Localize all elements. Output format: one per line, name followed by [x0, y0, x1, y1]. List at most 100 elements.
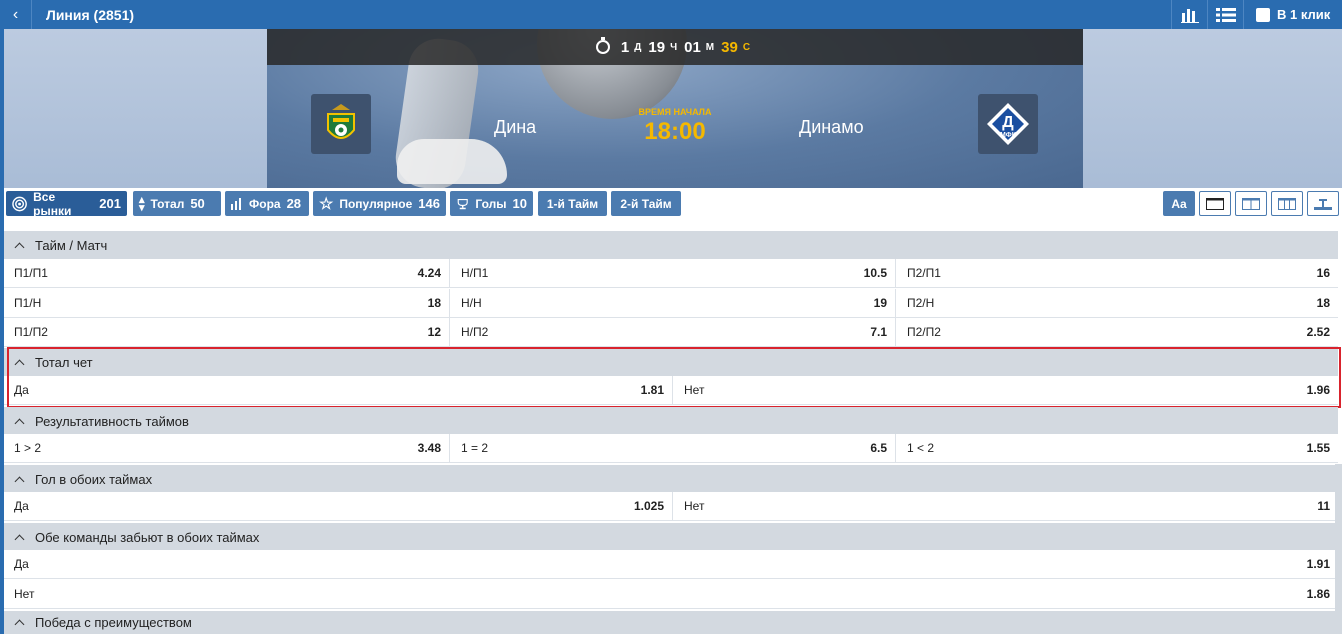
outcome-label: Н/П2 — [461, 325, 489, 339]
outcome-label: 1 > 2 — [14, 441, 42, 455]
odd-button[interactable]: 2.52 — [1283, 318, 1338, 347]
outcome-label: 1 < 2 — [907, 441, 935, 455]
updown-icon: ▴ ▾ — [139, 193, 145, 214]
filter-label: Тотал — [150, 196, 185, 211]
market-row: 1 > 2 3.48 1 = 2 6.5 1 < 2 1.55 — [4, 434, 1338, 463]
one-click-label: В 1 клик — [1277, 7, 1331, 22]
stats-button[interactable] — [1171, 0, 1207, 29]
odd-button[interactable]: 11 — [1283, 492, 1338, 521]
outcome-label: Нет — [684, 499, 705, 513]
filter-count: 28 — [286, 196, 302, 211]
filter-label: Популярное — [339, 196, 413, 211]
filter-count: 50 — [190, 196, 205, 211]
filter-popular[interactable]: ☆ Популярное 146 — [313, 191, 446, 216]
odd-button[interactable]: 6.5 — [841, 434, 896, 463]
filter-count: 201 — [99, 196, 121, 211]
outcome-label: Да — [14, 499, 29, 513]
back-button[interactable]: ‹ — [0, 0, 32, 29]
filter-second-half[interactable]: 2-й Тайм — [611, 191, 681, 216]
market-title: Результативность таймов — [35, 413, 189, 429]
two-column-view-button[interactable] — [1235, 191, 1267, 216]
odd-button[interactable]: 10.5 — [841, 259, 896, 288]
highlight-frame — [7, 347, 1341, 408]
outcome-label: Н/П1 — [461, 266, 489, 280]
odd-button[interactable]: 1.91 — [1283, 550, 1338, 579]
one-click-toggle[interactable]: В 1 клик — [1243, 0, 1342, 29]
odd-button[interactable]: 1.86 — [1283, 580, 1338, 609]
chevron-up-icon — [14, 418, 25, 428]
outcome-label: П2/П2 — [907, 325, 941, 339]
odd-button[interactable]: 1.025 — [618, 492, 673, 521]
star-icon: ☆ — [319, 195, 334, 213]
filter-handicap[interactable]: Фора 28 — [225, 191, 309, 216]
odd-button[interactable]: 1.55 — [1283, 434, 1338, 463]
timer-days: 1 — [620, 38, 630, 56]
three-column-view-button[interactable] — [1271, 191, 1303, 216]
market-header-btts-both-halves[interactable]: Обе команды забьют в обоих таймах — [4, 523, 1338, 551]
odd-button[interactable]: 18 — [1283, 289, 1338, 318]
collapse-icon — [1314, 198, 1332, 210]
font-size-button[interactable]: Aa — [1163, 191, 1195, 216]
chevron-left-icon: ‹ — [12, 5, 19, 23]
market-row: П1/П2 12 Н/П2 7.1 П2/П2 2.52 — [4, 318, 1338, 347]
start-time: 18:00 — [644, 118, 706, 145]
outcome-label: П1/Н — [14, 296, 42, 310]
odd-button[interactable]: 19 — [841, 289, 896, 318]
odd-button[interactable]: 4.24 — [395, 259, 450, 288]
filter-label: 2-й Тайм — [620, 196, 672, 211]
event-banner: 1Д 19 Ч 01 М 39 С Дина ВРЕМЯ НАЧАЛА 18:00 Д… — [267, 29, 1083, 188]
odd-button[interactable]: 3.48 — [395, 434, 450, 463]
scrollbar[interactable] — [1335, 464, 1342, 634]
odd-button[interactable]: 12 — [395, 318, 450, 347]
market-title: Обе команды забьют в обоих таймах — [35, 529, 260, 545]
market-header-half-scoring[interactable]: Результативность таймов — [4, 407, 1338, 435]
odd-button[interactable]: 7.1 — [841, 318, 896, 347]
outcome-label: П1/П2 — [14, 325, 48, 339]
bars-icon — [231, 197, 241, 210]
chevron-up-icon — [14, 242, 25, 252]
market-row: Нет 1.86 — [4, 580, 1338, 609]
chevron-up-icon — [14, 619, 25, 630]
list-view-button[interactable] — [1207, 0, 1243, 29]
timer-hours: 19 — [648, 38, 666, 56]
outcome-label: П2/П1 — [907, 266, 941, 280]
filter-first-half[interactable]: 1-й Тайм — [538, 191, 607, 216]
page-title: Линия (2851) — [46, 6, 135, 23]
checkbox[interactable] — [1256, 7, 1270, 22]
one-column-view-button[interactable] — [1199, 191, 1231, 216]
countdown-timer: 1Д 19 Ч 01 М 39 С — [267, 29, 1083, 65]
away-team-name: Динамо — [799, 117, 864, 137]
svg-text:Д: Д — [1002, 114, 1014, 131]
trophy-icon — [457, 198, 468, 209]
filter-goals[interactable]: Голы 10 — [450, 191, 533, 216]
chevron-up-icon — [14, 476, 25, 486]
chevron-up-icon — [14, 534, 25, 544]
market-filters: Все рынки 201 ▴ ▾ Тотал 50 Фора 28 ☆ Попу… — [0, 189, 1342, 229]
market-header-half-match[interactable]: Тайм / Матч — [4, 231, 1338, 259]
font-size-icon: Aa — [1171, 196, 1187, 211]
away-team-logo: Д МФК — [978, 94, 1038, 154]
top-bar: ‹ Линия (2851) В 1 клик — [0, 0, 1342, 29]
odd-button[interactable]: 16 — [1283, 259, 1338, 288]
odd-button[interactable]: 18 — [395, 289, 450, 318]
outcome-label: П1/П1 — [14, 266, 48, 280]
filter-label: Все рынки — [33, 189, 72, 218]
filter-all-markets[interactable]: Все рынки 201 — [6, 189, 127, 218]
market-row: П1/П1 4.24 Н/П1 10.5 П2/П1 16 — [4, 259, 1338, 288]
timer-days-unit: Д — [634, 41, 642, 53]
collapse-view-button[interactable] — [1307, 191, 1339, 216]
market-title: Тайм / Матч — [35, 237, 108, 253]
market-row: Да 1.91 — [4, 550, 1338, 579]
filter-label: Фора — [249, 196, 281, 211]
dynamo-mfk-logo: Д МФК — [987, 103, 1029, 145]
start-time-label: ВРЕМЯ НАЧАЛА — [638, 107, 712, 117]
timer-seconds-unit: С — [742, 41, 751, 53]
filter-total[interactable]: ▴ ▾ Тотал 50 — [133, 191, 221, 216]
filter-label: 1-й Тайм — [546, 196, 599, 211]
market-header-goal-both-halves[interactable]: Гол в обоих таймах — [4, 465, 1338, 493]
timer-hours-unit: Ч — [670, 41, 678, 53]
market-header-win-margin[interactable]: Победа с преимуществом — [4, 611, 1338, 634]
stopwatch-icon — [595, 37, 610, 54]
outcome-label: Да — [14, 557, 29, 571]
outcome-label: П2/Н — [907, 296, 935, 310]
